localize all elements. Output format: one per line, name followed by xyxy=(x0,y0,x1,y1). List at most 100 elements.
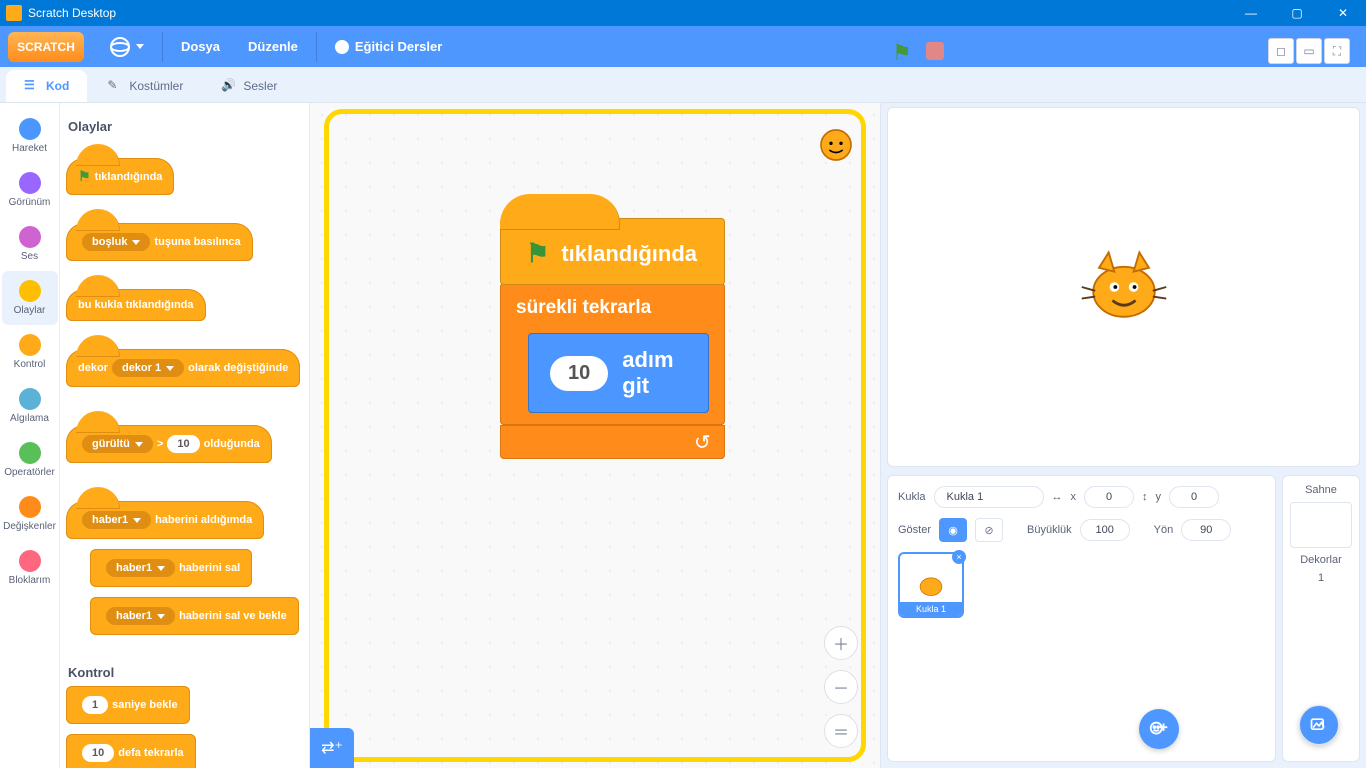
menu-tutorials-label: Eğitici Dersler xyxy=(355,39,442,54)
add-extension-button[interactable]: ⇄⁺ xyxy=(310,728,354,768)
category-değişkenler[interactable]: Değişkenler xyxy=(2,487,58,541)
category-label: Operatörler xyxy=(4,467,55,478)
dropdown[interactable]: boşluk xyxy=(82,233,150,251)
flag-icon: ⚑ xyxy=(526,238,549,269)
block-when-backdrop-switches[interactable]: dekordekor 1olarak değiştiğinde xyxy=(66,349,300,387)
category-dot xyxy=(19,550,41,572)
stage-large-button[interactable]: ▭ xyxy=(1296,38,1322,64)
category-görünüm[interactable]: Görünüm xyxy=(2,163,58,217)
block-broadcast[interactable]: haber1 haberini sal xyxy=(90,549,252,587)
sprite-tile[interactable]: × Kukla 1 xyxy=(898,552,964,618)
delete-sprite-button[interactable]: × xyxy=(952,550,966,564)
green-flag-button[interactable]: ⚑ xyxy=(892,40,914,62)
close-button[interactable]: ✕ xyxy=(1320,0,1366,26)
show-button[interactable]: ◉ xyxy=(939,518,967,542)
block-when-flag-clicked[interactable]: ⚑tıklandığında xyxy=(66,158,174,195)
category-label: Olaylar xyxy=(14,305,46,316)
menu-file[interactable]: Dosya xyxy=(167,27,234,67)
tab-code[interactable]: ☰Kod xyxy=(6,70,87,102)
script-forever-foot[interactable]: ↻ xyxy=(500,425,725,459)
menu-edit[interactable]: Düzenle xyxy=(234,27,312,67)
sprite-label: Kukla xyxy=(898,491,926,503)
tab-sounds-label: Sesler xyxy=(243,79,277,93)
block-wait[interactable]: 1saniye bekle xyxy=(66,686,190,724)
tab-bar: ☰Kod ✎Kostümler 🔊Sesler ⚑ ◻ ▭ ⛶ xyxy=(0,67,1366,103)
script-stack[interactable]: ⚑tıklandığında sürekli tekrarla 10adım g… xyxy=(500,218,725,459)
add-backdrop-button[interactable] xyxy=(1299,705,1339,745)
category-olaylar[interactable]: Olaylar xyxy=(2,271,58,325)
maximize-button[interactable]: ▢ xyxy=(1274,0,1320,26)
x-input[interactable]: 0 xyxy=(1084,486,1134,508)
dropdown[interactable]: haber1 xyxy=(106,607,175,625)
block-label: > xyxy=(157,438,163,450)
tab-costumes[interactable]: ✎Kostümler xyxy=(89,70,201,102)
tab-costumes-label: Kostümler xyxy=(129,79,183,93)
category-dot xyxy=(19,118,41,140)
stage-small-button[interactable]: ◻ xyxy=(1268,38,1294,64)
dropdown[interactable]: haber1 xyxy=(106,559,175,577)
sprite-info-panel: Kukla Kukla 1 ↔x 0 ↕y 0 Göster ◉ ⊘ Büyük… xyxy=(887,475,1276,762)
block-when-receive[interactable]: haber1haberini aldığımda xyxy=(66,501,264,539)
category-label: Kontrol xyxy=(14,359,46,370)
number-input[interactable]: 10 xyxy=(82,744,114,762)
category-kontrol[interactable]: Kontrol xyxy=(2,325,58,379)
stage-thumbnail[interactable] xyxy=(1290,502,1352,548)
size-input[interactable]: 100 xyxy=(1080,519,1130,541)
code-icon: ☰ xyxy=(24,78,40,94)
block-when-sprite-clicked[interactable]: bu kukla tıklandığında xyxy=(66,289,206,321)
sprite-thumbnail-icon xyxy=(816,125,856,165)
add-sprite-button[interactable] xyxy=(1139,709,1179,749)
category-ses[interactable]: Ses xyxy=(2,217,58,271)
sound-icon: 🔊 xyxy=(221,78,237,94)
block-broadcast-wait[interactable]: haber1haberini sal ve bekle xyxy=(90,597,299,635)
scratch-logo[interactable]: SCRATCH xyxy=(8,32,84,62)
sprite-name-input[interactable]: Kukla 1 xyxy=(934,486,1044,508)
minimize-button[interactable]: ― xyxy=(1228,0,1274,26)
script-forever[interactable]: sürekli tekrarla 10adım git xyxy=(500,283,725,425)
number-input[interactable]: 1 xyxy=(82,696,108,714)
dropdown[interactable]: dekor 1 xyxy=(112,359,184,377)
category-label: Görünüm xyxy=(9,197,51,208)
block-label: tıklandığında xyxy=(95,171,163,183)
y-input[interactable]: 0 xyxy=(1169,486,1219,508)
category-dot xyxy=(19,280,41,302)
block-label: haberini sal xyxy=(179,562,240,574)
block-when-key-pressed[interactable]: boşluktuşuna basılınca xyxy=(66,223,253,261)
scratch-cat-sprite[interactable] xyxy=(1076,239,1172,335)
direction-input[interactable]: 90 xyxy=(1181,519,1231,541)
category-dot xyxy=(19,334,41,356)
script-move-steps[interactable]: 10adım git xyxy=(528,333,709,413)
stage-fullscreen-button[interactable]: ⛶ xyxy=(1324,38,1350,64)
zoom-in-button[interactable]: ＋ xyxy=(824,626,858,660)
palette-header-control: Kontrol xyxy=(68,665,303,680)
y-label: y xyxy=(1156,491,1162,503)
category-dot xyxy=(19,442,41,464)
hide-button[interactable]: ⊘ xyxy=(975,518,1003,542)
scripting-area[interactable]: ⚑tıklandığında sürekli tekrarla 10adım g… xyxy=(310,103,880,768)
stop-button[interactable] xyxy=(926,42,944,60)
menu-tutorials[interactable]: Eğitici Dersler xyxy=(321,27,456,67)
category-hareket[interactable]: Hareket xyxy=(2,109,58,163)
category-label: Algılama xyxy=(10,413,49,424)
block-label: bu kukla tıklandığında xyxy=(78,299,194,311)
zoom-out-button[interactable]: － xyxy=(824,670,858,704)
dropdown[interactable]: haber1 xyxy=(82,511,151,529)
zoom-reset-button[interactable]: ＝ xyxy=(824,714,858,748)
xy-icon: ↔ xyxy=(1052,491,1063,503)
tab-sounds[interactable]: 🔊 Sesler xyxy=(203,70,295,102)
x-label: x xyxy=(1071,491,1077,503)
category-algılama[interactable]: Algılama xyxy=(2,379,58,433)
script-hat-when-flag[interactable]: ⚑tıklandığında xyxy=(500,218,725,285)
palette-header-events: Olaylar xyxy=(68,119,303,134)
dropdown[interactable]: gürültü xyxy=(82,435,153,453)
category-bloklarım[interactable]: Bloklarım xyxy=(2,541,58,595)
block-when-loudness[interactable]: gürültü>10olduğunda xyxy=(66,425,272,463)
category-label: Bloklarım xyxy=(9,575,51,586)
category-operatörler[interactable]: Operatörler xyxy=(2,433,58,487)
block-repeat[interactable]: 10defa tekrarla xyxy=(66,734,196,768)
block-palette[interactable]: Olaylar ⚑tıklandığında boşluktuşuna bası… xyxy=(60,103,310,768)
number-input[interactable]: 10 xyxy=(550,356,608,391)
number-input[interactable]: 10 xyxy=(167,435,199,453)
language-menu[interactable] xyxy=(96,27,158,67)
stage[interactable] xyxy=(887,107,1360,467)
